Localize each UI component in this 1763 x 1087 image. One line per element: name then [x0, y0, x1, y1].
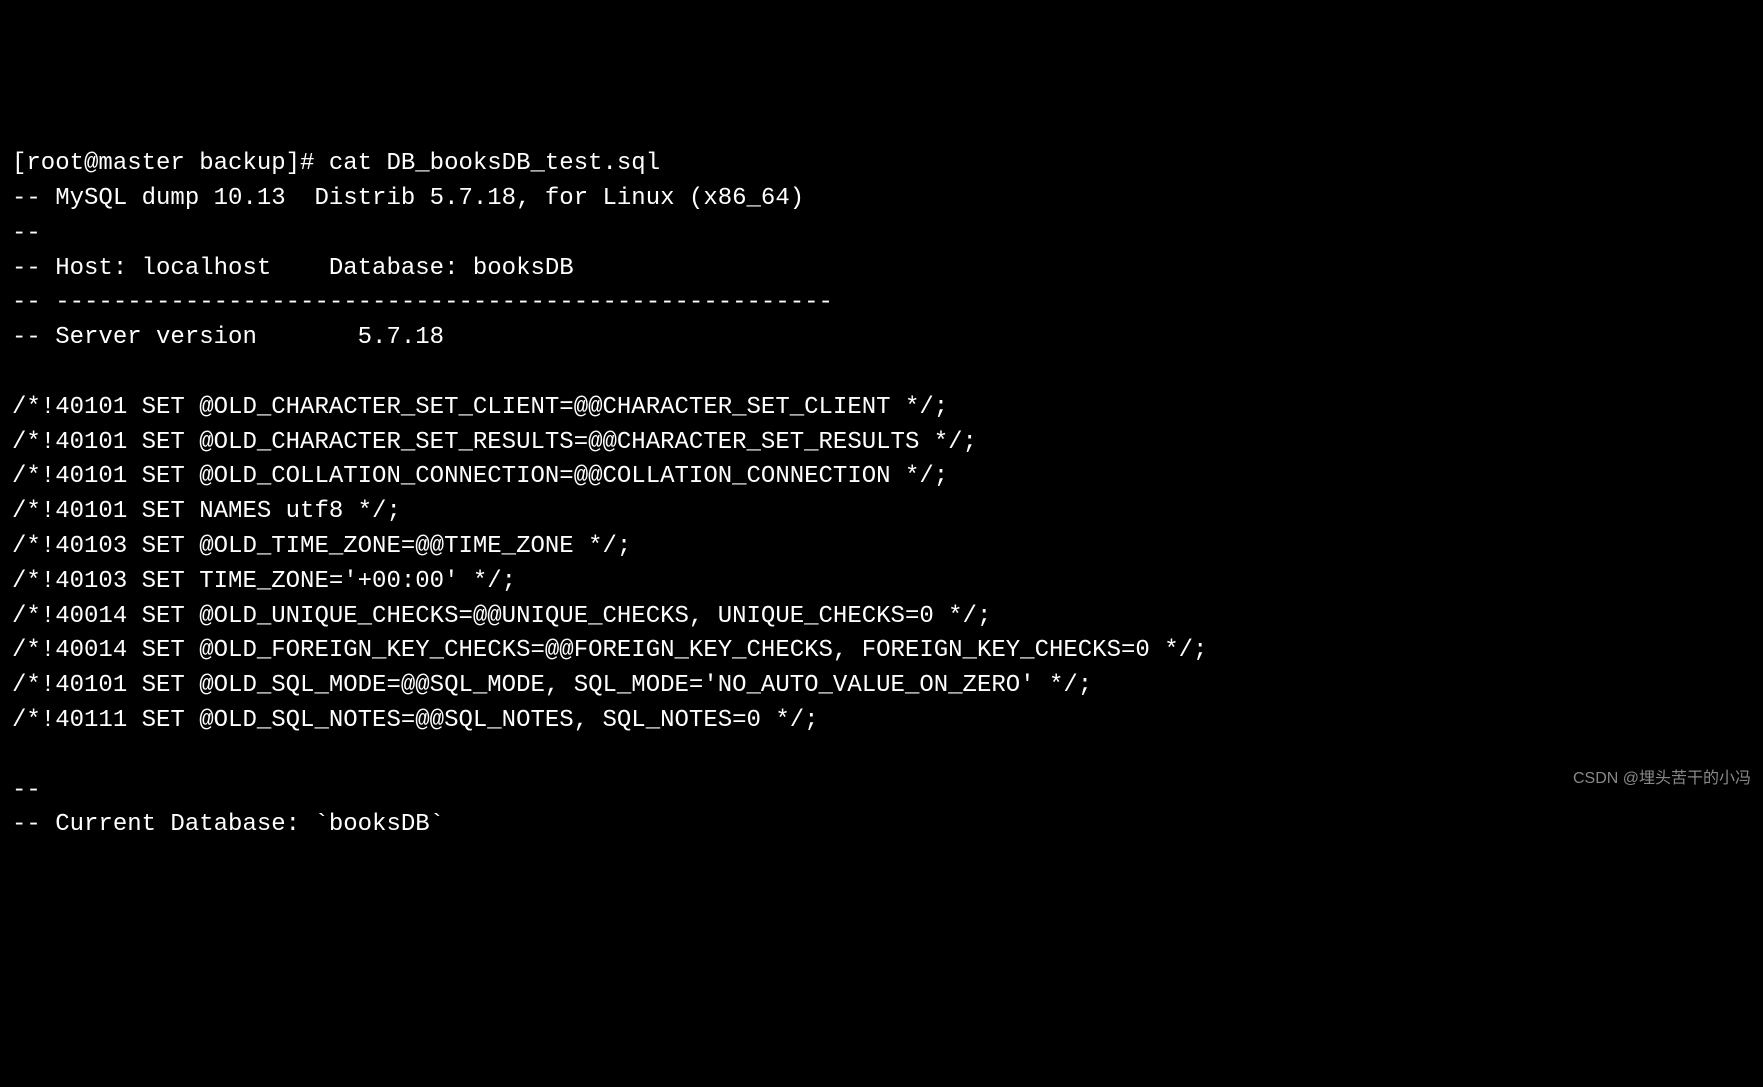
terminal-line: -- -------------------------------------… — [12, 289, 833, 316]
terminal-line: /*!40111 SET @OLD_SQL_NOTES=@@SQL_NOTES,… — [12, 707, 819, 734]
watermark-text: CSDN @埋头苦干的小冯 — [1573, 767, 1751, 790]
terminal-line: -- Host: localhost Database: booksDB — [12, 255, 574, 282]
terminal-line: -- MySQL dump 10.13 Distrib 5.7.18, for … — [12, 185, 804, 212]
terminal-output[interactable]: [root@master backup]# cat DB_booksDB_tes… — [12, 147, 1751, 843]
terminal-line: /*!40101 SET @OLD_CHARACTER_SET_CLIENT=@… — [12, 394, 948, 421]
terminal-line: /*!40101 SET NAMES utf8 */; — [12, 498, 401, 525]
terminal-line: [root@master backup]# cat DB_booksDB_tes… — [12, 150, 660, 177]
terminal-line: /*!40014 SET @OLD_FOREIGN_KEY_CHECKS=@@F… — [12, 637, 1207, 664]
terminal-line: -- — [12, 777, 41, 804]
terminal-line: /*!40101 SET @OLD_SQL_MODE=@@SQL_MODE, S… — [12, 672, 1092, 699]
terminal-line: -- Server version 5.7.18 — [12, 324, 444, 351]
terminal-line: -- — [12, 220, 41, 247]
terminal-line: /*!40103 SET @OLD_TIME_ZONE=@@TIME_ZONE … — [12, 533, 631, 560]
terminal-line: /*!40103 SET TIME_ZONE='+00:00' */; — [12, 568, 516, 595]
terminal-line: /*!40101 SET @OLD_COLLATION_CONNECTION=@… — [12, 463, 948, 490]
terminal-line: -- Current Database: `booksDB` — [12, 811, 444, 838]
terminal-line: /*!40014 SET @OLD_UNIQUE_CHECKS=@@UNIQUE… — [12, 603, 991, 630]
terminal-line: /*!40101 SET @OLD_CHARACTER_SET_RESULTS=… — [12, 429, 977, 456]
